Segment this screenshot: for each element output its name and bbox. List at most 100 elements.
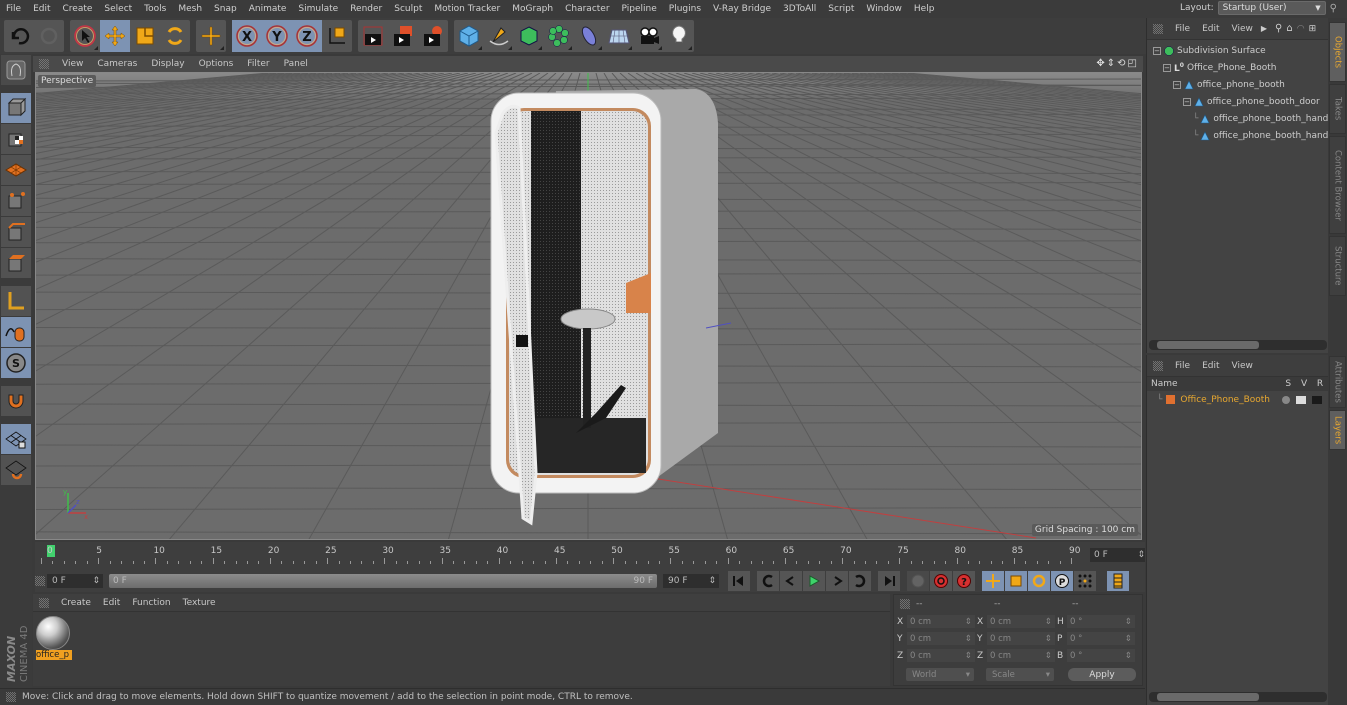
timeline-window-button[interactable] — [1107, 571, 1129, 591]
edges-mode-button[interactable] — [1, 217, 31, 247]
end-frame-field[interactable]: 90 F ⇕ — [663, 574, 719, 588]
orbit-icon[interactable]: ⟲ — [1117, 58, 1125, 69]
viewport-menu-filter[interactable]: Filter — [240, 59, 276, 69]
object-tree-item[interactable]: └ office_phone_booth_handle — [1147, 110, 1328, 127]
spinner-icon[interactable]: ⇕ — [965, 617, 972, 627]
menu-v-ray-bridge[interactable]: V-Ray Bridge — [707, 4, 777, 14]
axis-mode-button[interactable] — [1, 286, 31, 316]
viewport-menu-view[interactable]: View — [55, 59, 90, 69]
size-x-field[interactable]: 0 cm ⇕ — [987, 615, 1055, 628]
render-picture-viewer-button[interactable] — [388, 20, 418, 52]
floor-button[interactable] — [604, 20, 634, 52]
viewport-menu-cameras[interactable]: Cameras — [90, 59, 144, 69]
size-z-field[interactable]: 0 cm ⇕ — [987, 649, 1055, 662]
zoom-icon[interactable]: ⇕ — [1107, 58, 1115, 69]
layout-dropdown[interactable]: Startup (User) ▼ — [1217, 1, 1326, 15]
maximize-icon[interactable]: ◰ — [1128, 58, 1137, 69]
coordinate-system-button[interactable] — [322, 20, 352, 52]
menu-file[interactable]: File — [0, 4, 27, 14]
start-frame-field[interactable]: 0 F ⇕ — [47, 574, 103, 588]
scrollbar-thumb[interactable] — [1157, 693, 1259, 701]
snap-mode-button[interactable] — [1, 386, 31, 416]
layer-menu-file[interactable]: File — [1169, 361, 1196, 371]
menu-animate[interactable]: Animate — [243, 4, 293, 14]
menu-help[interactable]: Help — [908, 4, 941, 14]
side-tab-objects[interactable]: Objects — [1329, 22, 1346, 82]
pen-button[interactable] — [484, 20, 514, 52]
object-tree-item[interactable]: − office_phone_booth — [1147, 76, 1328, 93]
next-frame-button[interactable] — [826, 571, 848, 591]
spinner-icon[interactable]: ⇕ — [1125, 651, 1132, 661]
layer-menu-edit[interactable]: Edit — [1196, 361, 1225, 371]
go-to-end-button[interactable] — [878, 571, 900, 591]
scrollbar-thumb[interactable] — [1157, 341, 1259, 349]
search-icon[interactable]: ⚲ — [1330, 3, 1337, 14]
object-menu-edit[interactable]: Edit — [1196, 24, 1225, 34]
tweak-mode-button[interactable] — [1, 317, 31, 347]
menu-snap[interactable]: Snap — [208, 4, 243, 14]
viewport-solo-button[interactable] — [1, 55, 31, 85]
position-y-field[interactable]: 0 cm ⇕ — [907, 632, 975, 645]
cloner-button[interactable] — [544, 20, 574, 52]
menu-mograph[interactable]: MoGraph — [506, 4, 559, 14]
key-scale-button[interactable] — [1005, 571, 1027, 591]
camera-button[interactable] — [634, 20, 664, 52]
play-button[interactable] — [803, 571, 825, 591]
search-icon[interactable]: ⚲ — [1275, 23, 1282, 34]
menu-mesh[interactable]: Mesh — [172, 4, 208, 14]
expand-toggle-icon[interactable]: − — [1173, 80, 1181, 89]
timeline[interactable]: 0 5 10 15 20 25 30 35 40 45 50 55 60 65 70 75 80 85 90 0 F… — [35, 542, 1145, 570]
z-axis-button[interactable]: Z — [292, 20, 322, 52]
viewport-menu-options[interactable]: Options — [192, 59, 241, 69]
object-horizontal-scrollbar[interactable] — [1149, 340, 1327, 350]
layer-horizontal-scrollbar[interactable] — [1149, 692, 1327, 702]
cube-button[interactable] — [454, 20, 484, 52]
spinner-icon[interactable]: ⇕ — [965, 651, 972, 661]
deformer-button[interactable] — [574, 20, 604, 52]
redo-button[interactable] — [34, 20, 64, 52]
object-tree-item[interactable]: └ office_phone_booth_handle — [1147, 127, 1328, 144]
next-key-button[interactable] — [849, 571, 871, 591]
current-frame-field[interactable]: 0 F ⇕ — [1090, 548, 1145, 562]
object-menu-file[interactable]: File — [1169, 24, 1196, 34]
expand-toggle-icon[interactable]: − — [1153, 46, 1161, 55]
side-tab-takes[interactable]: Takes — [1329, 84, 1346, 134]
side-tab-layers[interactable]: Layers — [1329, 410, 1346, 450]
side-tab-attributes[interactable]: Attributes — [1329, 356, 1346, 408]
recent-tool-button[interactable] — [196, 20, 226, 52]
spinner-icon[interactable]: ⇕ — [1137, 550, 1145, 560]
expand-toggle-icon[interactable]: − — [1183, 97, 1191, 106]
new-window-icon[interactable]: ⊞ — [1309, 24, 1317, 34]
transform-mode-dropdown[interactable]: Scale ▾ — [986, 668, 1054, 681]
object-tree-item[interactable]: − L0 Office_Phone_Booth — [1147, 59, 1328, 76]
y-axis-button[interactable]: Y — [262, 20, 292, 52]
spinner-icon[interactable]: ⇕ — [1125, 634, 1132, 644]
key-position-button[interactable] — [982, 571, 1004, 591]
viewport-menu-panel[interactable]: Panel — [277, 59, 315, 69]
rotation-p-field[interactable]: 0 ° ⇕ — [1067, 632, 1135, 645]
live-selection-button[interactable] — [70, 20, 100, 52]
side-tab-content-browser[interactable]: Content Browser — [1329, 136, 1346, 234]
visible-toggle-icon[interactable] — [1296, 395, 1307, 404]
layer-color-swatch[interactable] — [1166, 395, 1176, 404]
render-toggle-icon[interactable] — [1312, 395, 1323, 404]
solo-mode-button[interactable]: S — [1, 348, 31, 378]
menu-motion-tracker[interactable]: Motion Tracker — [428, 4, 506, 14]
model-mode-button[interactable] — [1, 93, 31, 123]
menu-script[interactable]: Script — [822, 4, 860, 14]
keyframe-selection-button[interactable]: ? — [953, 571, 975, 591]
coordinate-mode-dropdown[interactable]: World ▾ — [906, 668, 974, 681]
rotation-h-field[interactable]: 0 ° ⇕ — [1067, 615, 1135, 628]
planar-workplane-button[interactable] — [1, 455, 31, 485]
move-tool-button[interactable] — [100, 20, 130, 52]
render-view-button[interactable] — [358, 20, 388, 52]
autokeying-button[interactable] — [930, 571, 952, 591]
object-tree-item[interactable]: − Subdivision Surface — [1147, 42, 1328, 59]
position-x-field[interactable]: 0 cm ⇕ — [907, 615, 975, 628]
scale-tool-button[interactable] — [130, 20, 160, 52]
spinner-icon[interactable]: ⇕ — [708, 576, 716, 586]
menu-simulate[interactable]: Simulate — [292, 4, 344, 14]
timeline-ruler[interactable]: 0 5 10 15 20 25 30 35 40 45 50 55 60 65 70 75 80 85 90 — [41, 542, 1086, 568]
previous-frame-button[interactable] — [780, 571, 802, 591]
expand-toggle-icon[interactable]: − — [1163, 63, 1171, 72]
